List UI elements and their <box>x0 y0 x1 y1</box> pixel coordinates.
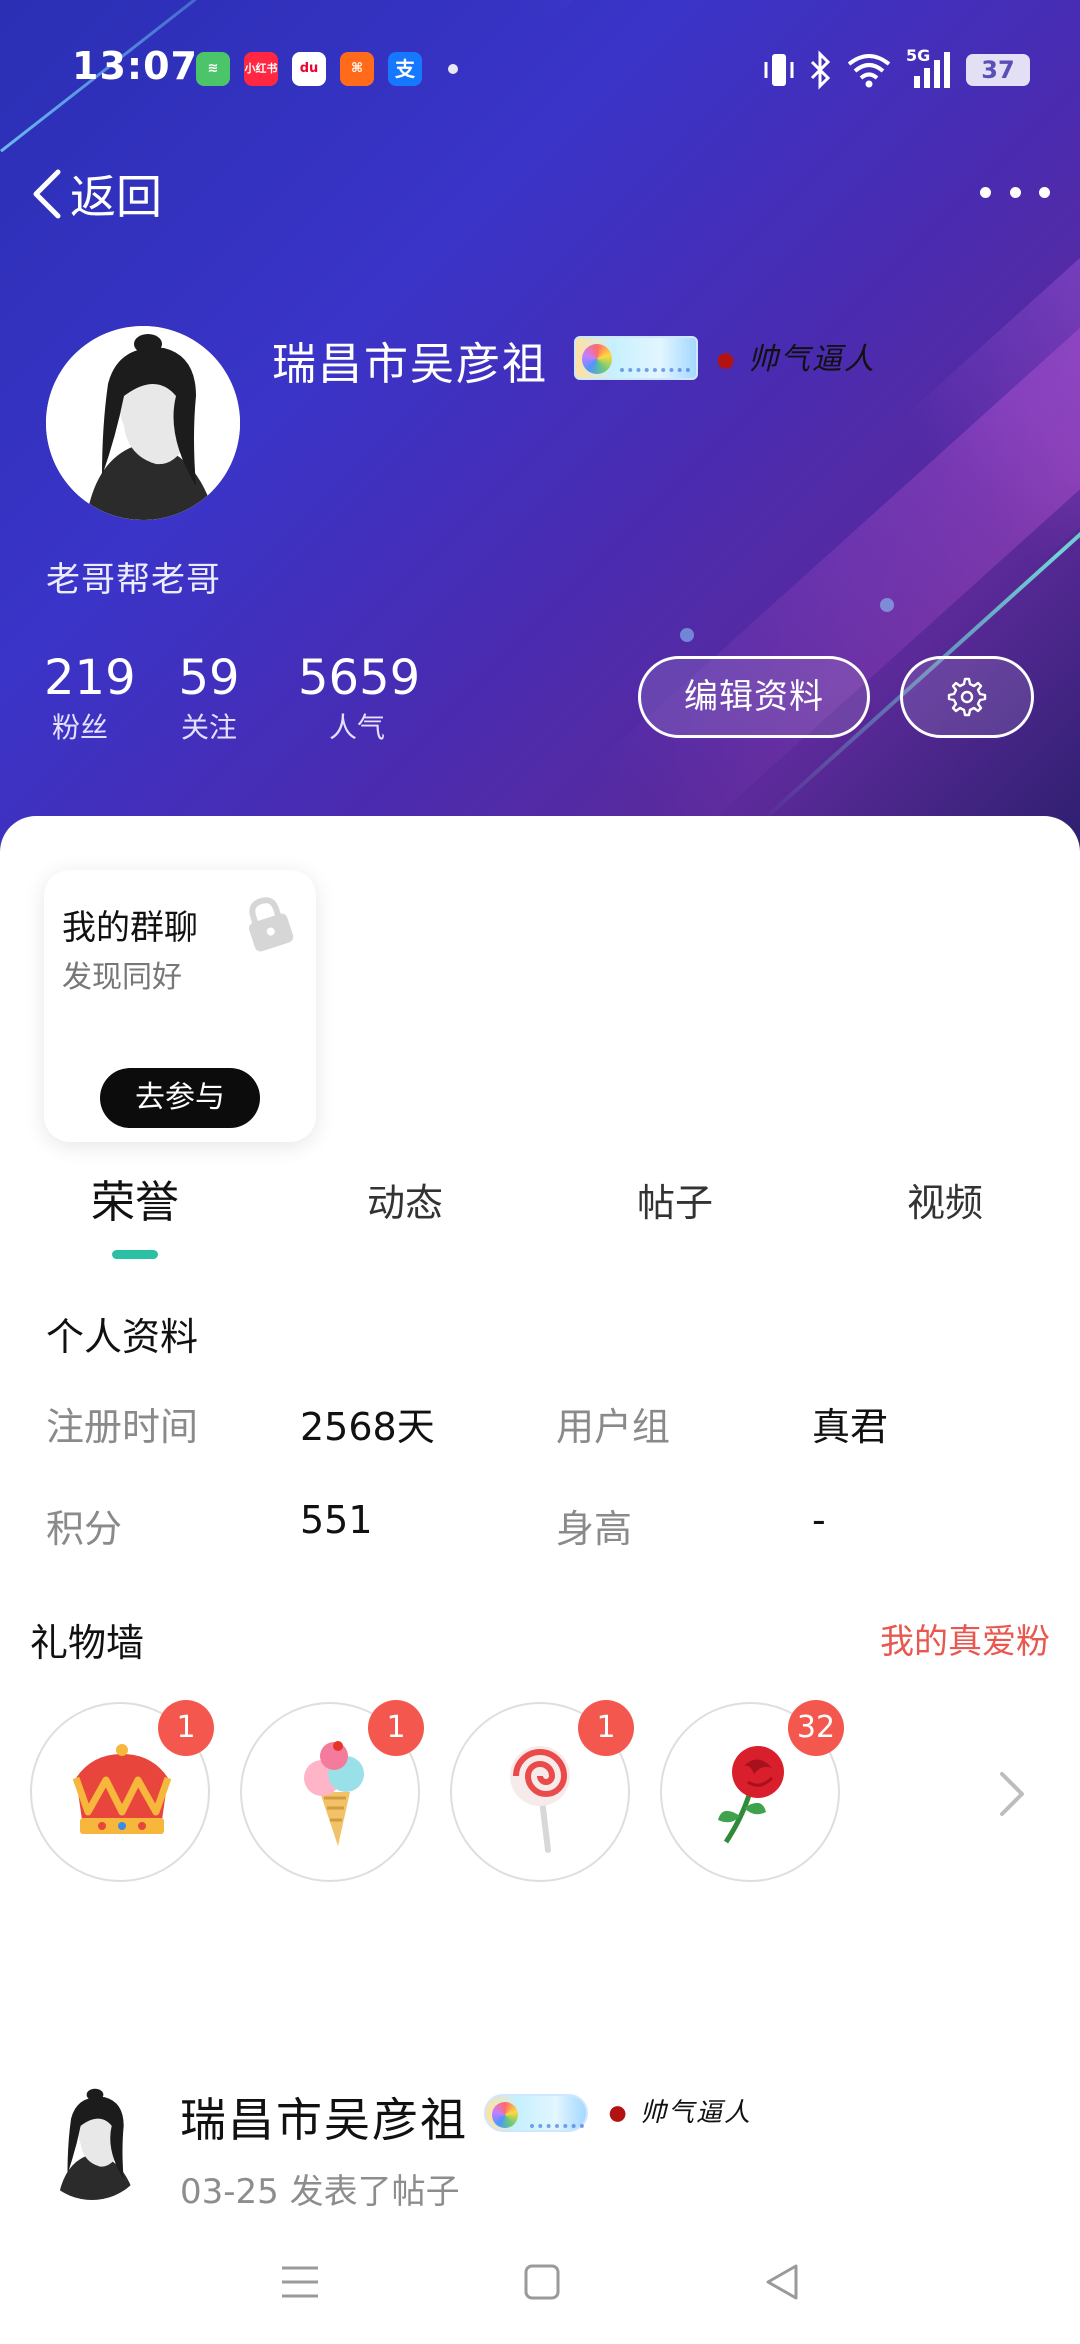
post-meta: 03-25 发表了帖子 <box>180 2164 460 2213</box>
profile-tabs: 荣誉 动态 帖子 视频 <box>0 1166 1080 1259</box>
meituan-icon: ⌘ <box>340 52 374 86</box>
post-action: 发表了帖子 <box>289 2172 460 2212</box>
system-navigation-bar <box>0 2230 1080 2344</box>
points-label: 积分 <box>46 1507 123 1551</box>
tab-videos[interactable]: 视频 <box>845 1166 1045 1240</box>
ink-brush-icon <box>712 346 746 376</box>
avatar[interactable] <box>46 326 240 520</box>
more-dots-icon[interactable] <box>980 168 1050 216</box>
title-badge: 帅气逼人 <box>712 334 876 378</box>
user-group-label: 用户组 <box>556 1405 671 1449</box>
avatar-portrait-icon <box>34 2084 150 2200</box>
chevron-left-icon <box>33 169 61 219</box>
gift-lollipop[interactable]: 1 <box>450 1700 634 1882</box>
ink-brush-icon <box>604 2099 638 2129</box>
stat-value: 59 <box>178 650 240 706</box>
gift-wall-title: 礼物墙 <box>30 1621 145 1665</box>
back-triangle-icon[interactable] <box>758 2258 806 2306</box>
chevron-right-icon[interactable] <box>992 1766 1032 1822</box>
gear-icon <box>947 677 987 717</box>
menu-icon[interactable] <box>276 2258 324 2306</box>
lollipop-icon <box>510 1746 570 1853</box>
stat-label: 人气 <box>328 711 385 744</box>
gift-count-badge: 1 <box>158 1700 214 1756</box>
baidu-map-icon: du <box>292 52 326 86</box>
profile-header: 13:07 ≋ 小红书 du ⌘ 支 5G 37 返回 瑞昌市吴彦祖 帅气逼人 … <box>0 0 1080 860</box>
gift-ice-cream[interactable]: 1 <box>240 1700 424 1882</box>
rose-icon <box>718 1746 784 1844</box>
register-time-label: 注册时间 <box>46 1405 199 1449</box>
active-tab-indicator <box>112 1250 158 1259</box>
gift-crown[interactable]: 1 <box>30 1700 214 1882</box>
points-value: 551 <box>300 1498 373 1542</box>
stat-label: 粉丝 <box>51 711 108 744</box>
bio: 老哥帮老哥 <box>46 560 221 600</box>
group-chat-card[interactable]: 我的群聊 发现同好 去参与 <box>44 870 316 1142</box>
level-badge-icon <box>484 2094 588 2132</box>
group-card-title: 我的群聊 <box>62 908 198 948</box>
back-button[interactable]: 返回 <box>28 162 162 226</box>
stat-value: 219 <box>44 650 136 706</box>
avatar-portrait-icon <box>46 326 240 520</box>
settings-button[interactable] <box>900 656 1034 738</box>
gift-count-badge: 1 <box>578 1700 634 1756</box>
tab-activity[interactable]: 动态 <box>305 1166 505 1240</box>
battery-icon: 37 <box>966 54 1030 86</box>
gift-count-badge: 1 <box>368 1700 424 1756</box>
profile-info-title: 个人资料 <box>46 1315 199 1359</box>
back-label: 返回 <box>70 170 162 224</box>
crown-icon <box>72 1744 172 1834</box>
home-icon[interactable] <box>518 2258 566 2306</box>
wifi-icon <box>847 54 891 88</box>
vibrate-icon <box>764 54 794 86</box>
stat-value: 5659 <box>298 650 421 706</box>
ice-cream-icon <box>304 1741 364 1846</box>
stat-popularity[interactable]: 5659 人气 <box>298 648 421 748</box>
user-group-value: 真君 <box>812 1405 889 1449</box>
signal-icon: 5G <box>906 46 952 90</box>
tab-honor[interactable]: 荣誉 <box>35 1166 235 1240</box>
edit-profile-button[interactable]: 编辑资料 <box>638 656 870 738</box>
height-value: - <box>812 1498 826 1542</box>
true-fans-link[interactable]: 我的真爱粉 <box>880 1614 1050 1663</box>
title-badge: 帅气逼人 <box>604 2092 752 2129</box>
level-badge-icon <box>574 336 698 380</box>
post-author-avatar[interactable] <box>34 2084 150 2200</box>
stat-label: 关注 <box>180 711 237 744</box>
username: 瑞昌市吴彦祖 <box>272 339 548 390</box>
status-time: 13:07 <box>72 44 198 88</box>
notification-dot <box>448 64 458 74</box>
alipay-icon: 支 <box>388 52 422 86</box>
register-time-value: 2568天 <box>300 1405 435 1449</box>
tab-posts[interactable]: 帖子 <box>575 1166 775 1240</box>
lock-icon <box>248 897 294 952</box>
wifi-app-icon: ≋ <box>196 52 230 86</box>
stat-following[interactable]: 59 关注 <box>176 648 242 748</box>
stat-fans[interactable]: 219 粉丝 <box>44 648 136 748</box>
status-bar: 13:07 ≋ 小红书 du ⌘ 支 5G 37 <box>0 0 1080 140</box>
xiaohongshu-icon: 小红书 <box>244 52 278 86</box>
post-author-name[interactable]: 瑞昌市吴彦祖 <box>180 2084 468 2150</box>
group-card-subtitle: 发现同好 <box>62 960 182 995</box>
bluetooth-icon <box>810 50 831 90</box>
gift-rose[interactable]: 32 <box>660 1700 844 1882</box>
join-button[interactable]: 去参与 <box>100 1068 260 1128</box>
post-date: 03-25 <box>180 2172 279 2212</box>
gift-count-badge: 32 <box>788 1700 844 1756</box>
height-label: 身高 <box>556 1507 633 1551</box>
